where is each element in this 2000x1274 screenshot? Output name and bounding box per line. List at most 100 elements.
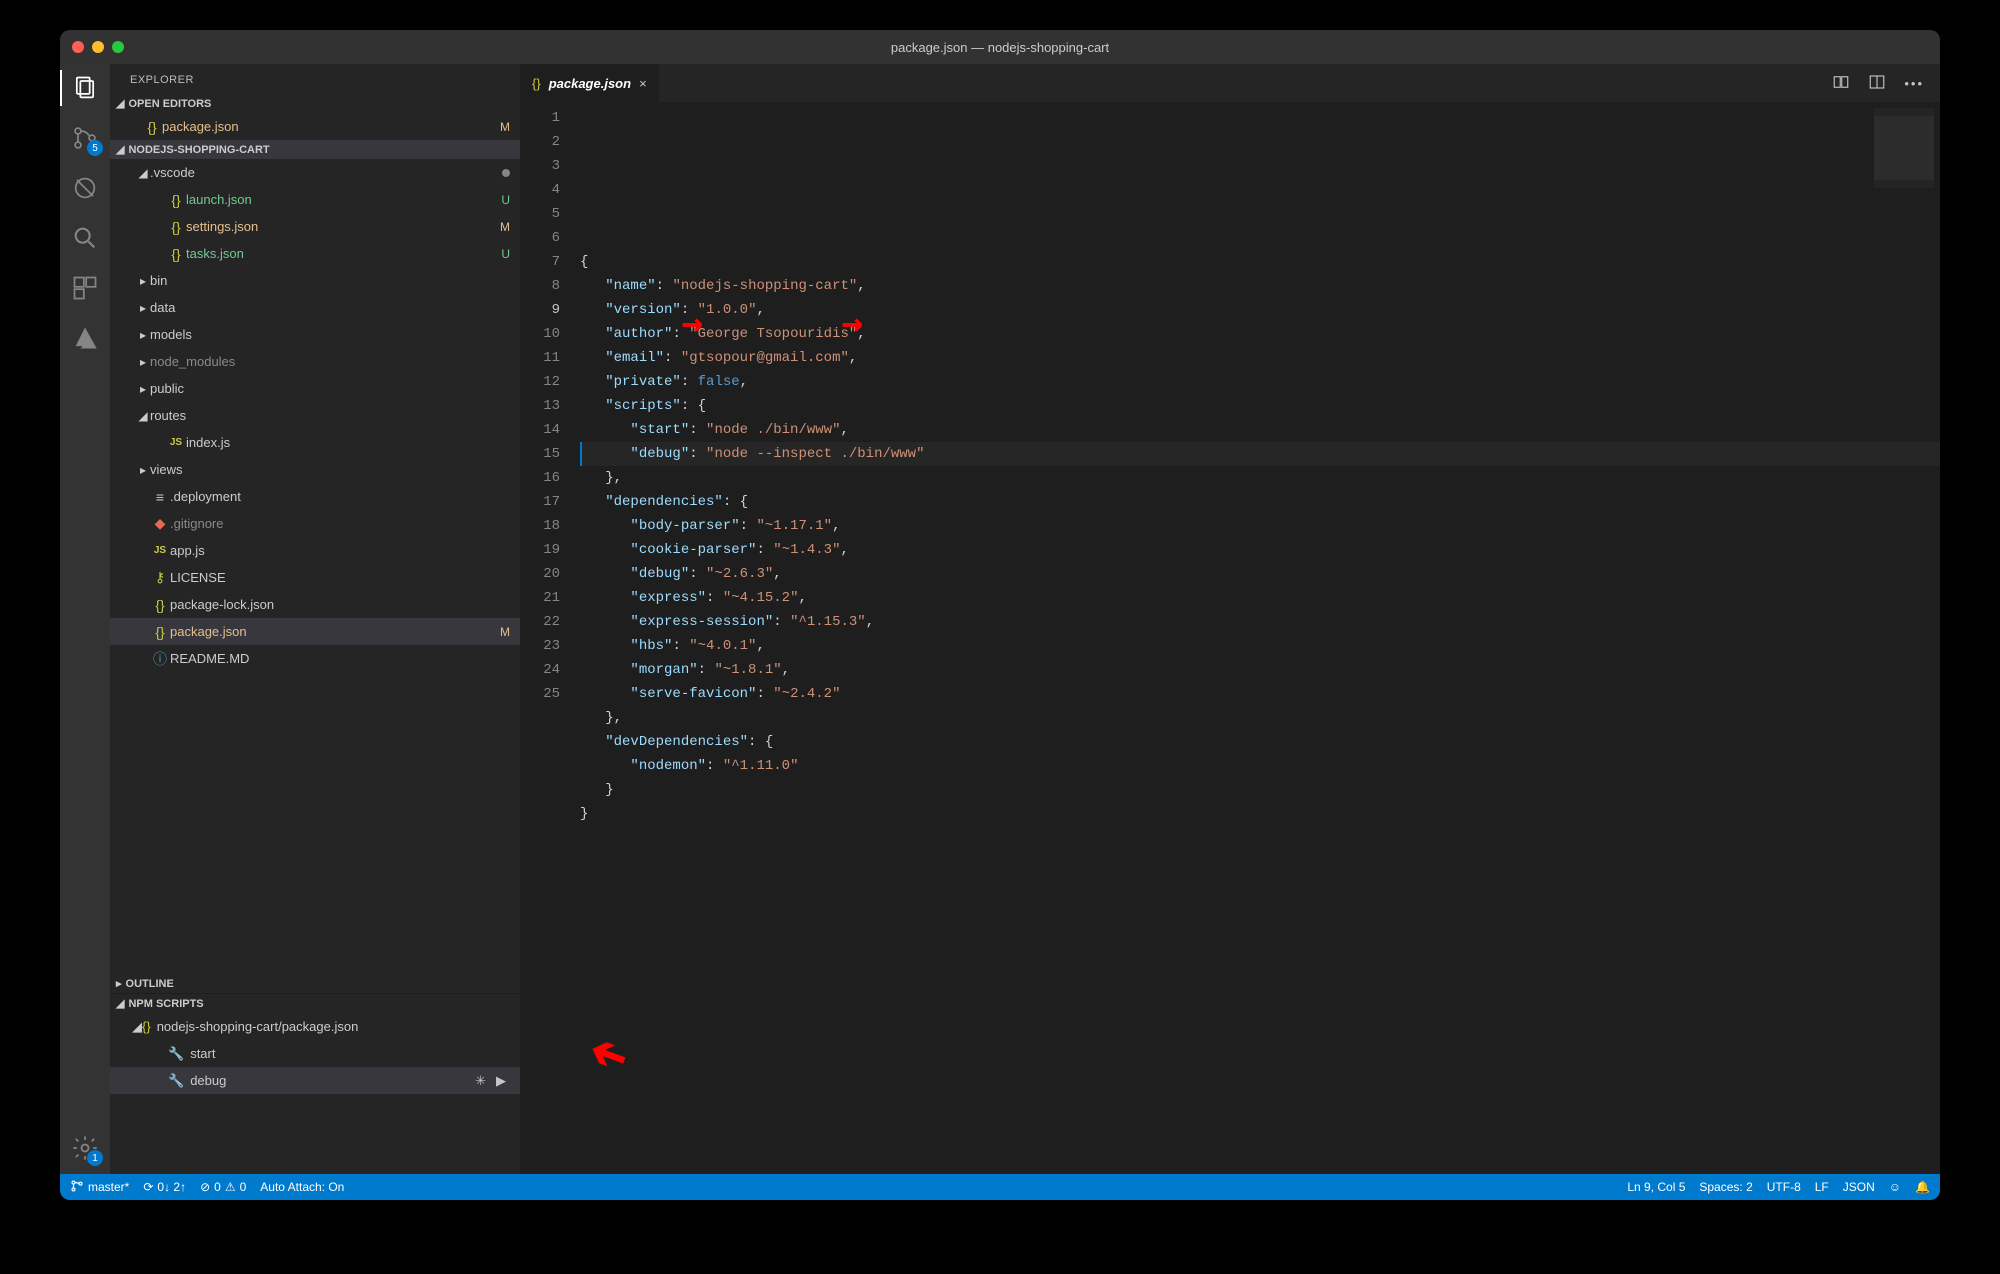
code-line[interactable]: "express": "~4.15.2", [580, 586, 1940, 610]
code-line[interactable]: "email": "gtsopour@gmail.com", [580, 346, 1940, 370]
code-line[interactable]: "express-session": "^1.15.3", [580, 610, 1940, 634]
npm-script-item[interactable]: 🔧 start [110, 1040, 520, 1067]
code-line[interactable]: "debug": "~2.6.3", [580, 562, 1940, 586]
git-status-badge: M [492, 625, 510, 639]
editor-tab-packagejson[interactable]: {} package.json × [520, 64, 660, 102]
status-language[interactable]: JSON [1843, 1180, 1875, 1194]
status-eol[interactable]: LF [1815, 1180, 1829, 1194]
folder-item[interactable]: ▸models [110, 321, 520, 348]
workspace-header[interactable]: ◢ NODEJS-SHOPPING-CART [110, 140, 520, 159]
minimize-window-button[interactable] [92, 41, 104, 53]
code-content[interactable]: ↘ ↘ { "name": "nodejs-shopping-cart", "v… [580, 102, 1940, 1174]
code-line[interactable] [580, 826, 1940, 850]
git-status-badge: U [493, 247, 510, 261]
code-line[interactable]: "scripts": { [580, 394, 1940, 418]
status-auto-attach[interactable]: Auto Attach: On [260, 1180, 344, 1194]
open-editors-label: OPEN EDITORS [128, 98, 211, 110]
npm-package-row[interactable]: ◢ {} nodejs-shopping-cart/package.json [110, 1013, 520, 1040]
status-branch[interactable]: master* [70, 1179, 129, 1196]
code-line[interactable]: "cookie-parser": "~1.4.3", [580, 538, 1940, 562]
file-item[interactable]: {}tasks.jsonU [110, 240, 520, 267]
scm-activity-icon[interactable]: 5 [71, 124, 99, 152]
line-number: 6 [520, 226, 560, 250]
npm-scripts-section: ◢ NPM SCRIPTS ◢ {} nodejs-shopping-cart/… [110, 993, 520, 1174]
explorer-activity-icon[interactable] [71, 74, 99, 102]
status-encoding[interactable]: UTF-8 [1767, 1180, 1801, 1194]
status-problems[interactable]: ⊘0 ⚠0 [200, 1180, 246, 1194]
close-tab-icon[interactable]: × [639, 76, 647, 91]
json-icon: {} [166, 219, 186, 235]
status-indent[interactable]: Spaces: 2 [1699, 1180, 1752, 1194]
code-line[interactable]: "author": "George Tsopouridis", [580, 322, 1940, 346]
more-actions-icon[interactable]: ••• [1904, 76, 1924, 91]
code-editor[interactable]: 1234567891011121314151617181920212223242… [520, 102, 1940, 1174]
open-editors-header[interactable]: ◢ OPEN EDITORS [110, 94, 520, 113]
info-icon: ⓘ [150, 649, 170, 669]
code-line[interactable]: "devDependencies": { [580, 730, 1940, 754]
code-line[interactable]: }, [580, 706, 1940, 730]
tree-item-label: app.js [170, 543, 510, 558]
debug-script-icon[interactable]: ✳ [475, 1073, 486, 1089]
code-line[interactable]: "serve-favicon": "~2.4.2" [580, 682, 1940, 706]
chevron-right-icon: ▸ [136, 301, 150, 315]
folder-item[interactable]: ▸public [110, 375, 520, 402]
debug-activity-icon[interactable] [71, 174, 99, 202]
code-line[interactable]: }, [580, 466, 1940, 490]
file-item[interactable]: JSapp.js [110, 537, 520, 564]
azure-activity-icon[interactable] [71, 324, 99, 352]
compare-icon[interactable] [1832, 73, 1850, 94]
folder-item[interactable]: ▸data [110, 294, 520, 321]
code-line[interactable]: "start": "node ./bin/www", [580, 418, 1940, 442]
npm-script-item[interactable]: 🔧 debug ✳ ▶ [110, 1067, 520, 1094]
code-line[interactable]: "version": "1.0.0", [580, 298, 1940, 322]
code-line[interactable]: { [580, 250, 1940, 274]
workspace-label: NODEJS-SHOPPING-CART [128, 144, 269, 156]
file-item[interactable]: ⚷LICENSE [110, 564, 520, 591]
open-editor-item[interactable]: {} package.json M [110, 113, 520, 140]
code-line[interactable]: "debug": "node --inspect ./bin/www" [580, 442, 1940, 466]
line-number: 10 [520, 322, 560, 346]
file-item[interactable]: {}settings.jsonM [110, 213, 520, 240]
file-item[interactable]: ⓘREADME.MD [110, 645, 520, 672]
code-line[interactable]: "morgan": "~1.8.1", [580, 658, 1940, 682]
close-window-button[interactable] [72, 41, 84, 53]
run-script-icon[interactable]: ▶ [496, 1073, 506, 1089]
file-item[interactable]: {}launch.jsonU [110, 186, 520, 213]
status-cursor-position[interactable]: Ln 9, Col 5 [1627, 1180, 1685, 1194]
file-item[interactable]: JSindex.js [110, 429, 520, 456]
extensions-activity-icon[interactable] [71, 274, 99, 302]
code-line[interactable]: "nodemon": "^1.11.0" [580, 754, 1940, 778]
line-number: 3 [520, 154, 560, 178]
minimap[interactable] [1874, 108, 1934, 188]
code-line[interactable]: "hbs": "~4.0.1", [580, 634, 1940, 658]
file-item[interactable]: ≡.deployment [110, 483, 520, 510]
chevron-right-icon: ▸ [136, 274, 150, 288]
outline-header[interactable]: ▸ OUTLINE [110, 974, 520, 993]
folder-item[interactable]: ◢routes [110, 402, 520, 429]
code-line[interactable]: "body-parser": "~1.17.1", [580, 514, 1940, 538]
settings-gear-icon[interactable]: 1 [71, 1134, 99, 1162]
status-feedback-icon[interactable]: ☺ [1889, 1180, 1901, 1194]
split-editor-icon[interactable] [1868, 73, 1886, 94]
chevron-down-icon: ◢ [116, 143, 124, 156]
maximize-window-button[interactable] [112, 41, 124, 53]
code-line[interactable]: "dependencies": { [580, 490, 1940, 514]
folder-item[interactable]: ◢.vscode [110, 159, 520, 186]
folder-item[interactable]: ▸node_modules [110, 348, 520, 375]
tab-bar: {} package.json × ••• [520, 64, 1940, 102]
folder-item[interactable]: ▸bin [110, 267, 520, 294]
file-item[interactable]: ◆.gitignore [110, 510, 520, 537]
chevron-right-icon: ▸ [116, 977, 122, 990]
npm-scripts-header[interactable]: ◢ NPM SCRIPTS [110, 994, 520, 1013]
status-bell-icon[interactable]: 🔔 [1915, 1180, 1930, 1194]
search-activity-icon[interactable] [71, 224, 99, 252]
code-line[interactable]: "private": false, [580, 370, 1940, 394]
scm-badge: 5 [87, 140, 103, 156]
folder-item[interactable]: ▸views [110, 456, 520, 483]
code-line[interactable]: } [580, 802, 1940, 826]
code-line[interactable]: "name": "nodejs-shopping-cart", [580, 274, 1940, 298]
file-item[interactable]: {}package-lock.json [110, 591, 520, 618]
status-sync[interactable]: ⟳ 0↓ 2↑ [143, 1180, 186, 1194]
file-item[interactable]: {}package.jsonM [110, 618, 520, 645]
code-line[interactable]: } [580, 778, 1940, 802]
